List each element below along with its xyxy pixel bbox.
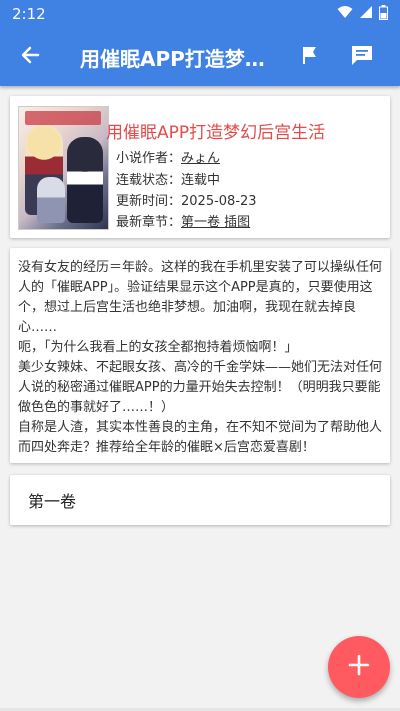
author-link[interactable]: みょん <box>181 151 220 166</box>
back-button[interactable] <box>0 28 60 86</box>
latest-chapter-row: 最新章节：第一卷 插图 <box>116 211 250 230</box>
status-bar: 2:12 <box>0 0 400 28</box>
book-cover[interactable] <box>18 106 109 230</box>
status-row: 连载状态：连载中 <box>116 169 220 188</box>
page-title: 用催眠APP打造梦… <box>80 46 265 71</box>
cover-title-banner <box>25 111 101 125</box>
description-paragraph: 呃，「为什么我看上的女孩全都抱持着烦恼啊！」 <box>18 340 298 355</box>
plus-icon <box>348 654 370 680</box>
volume-label: 第一卷 <box>28 492 77 511</box>
arrow-left-icon <box>20 45 40 69</box>
signal-icon <box>359 5 373 23</box>
updated-label: 更新时间： <box>116 194 182 209</box>
report-button[interactable] <box>290 37 330 77</box>
latest-chapter-link[interactable]: 第一卷 插图 <box>181 215 250 230</box>
status-icons <box>337 4 388 24</box>
status-value: 连载中 <box>181 173 221 188</box>
latest-label: 最新章节： <box>116 215 182 230</box>
updated-row: 更新时间：2025-08-23 <box>116 190 257 209</box>
author-row: 小说作者：みょん <box>116 147 220 166</box>
status-time: 2:12 <box>12 5 46 23</box>
description-paragraph: 美少女辣妹、不起眼女孩、高冷的千金学妹——她们无法对任何人说的秘密通过催眠APP… <box>18 360 383 415</box>
description-card: 没有女友的经历＝年龄。这样的我在手机里安装了可以操纵任何人的「催眠APP」。验证… <box>10 248 390 463</box>
description-paragraph: 自称是人渣，其实本性善良的主角，在不知不觉间为了帮助他人而四处奔走？推荐给全年龄… <box>18 420 383 455</box>
comment-icon <box>350 44 374 70</box>
cover-character-dark-hair <box>67 137 103 223</box>
add-button[interactable] <box>328 636 390 698</box>
updated-value: 2025-08-23 <box>181 194 257 209</box>
book-title: 用催眠APP打造梦幻后宫生活 <box>106 123 326 143</box>
battery-icon <box>379 4 388 24</box>
author-label: 小说作者： <box>116 151 182 166</box>
cover-character-small <box>37 177 65 223</box>
comments-button[interactable] <box>342 37 382 77</box>
wifi-icon <box>337 5 353 23</box>
app-bar: 用催眠APP打造梦… <box>0 28 400 86</box>
flag-icon <box>300 45 320 69</box>
status-label: 连载状态： <box>116 173 182 188</box>
volume-item[interactable]: 第一卷 <box>10 475 390 525</box>
description-paragraph: 没有女友的经历＝年龄。这样的我在手机里安装了可以操纵任何人的「催眠APP」。验证… <box>18 260 383 335</box>
